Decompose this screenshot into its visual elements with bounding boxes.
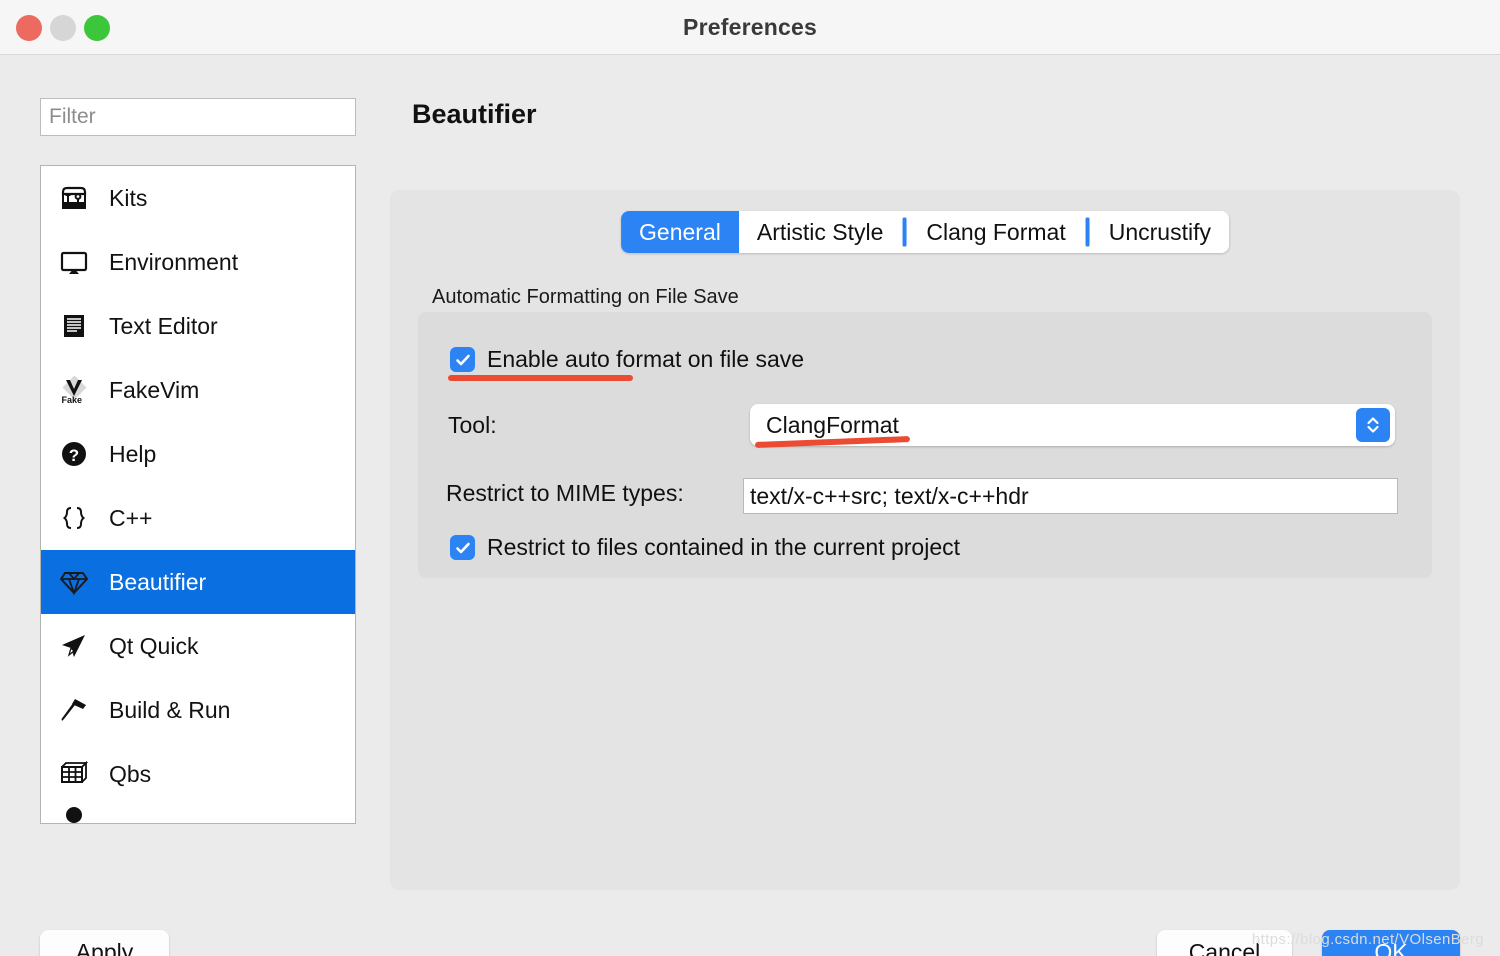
mime-types-label-row: Restrict to MIME types: bbox=[446, 480, 684, 507]
fakevim-icon: Fake bbox=[57, 373, 91, 407]
sidebar-item-label: Text Editor bbox=[109, 312, 218, 339]
restrict-project-row[interactable]: Restrict to files contained in the curre… bbox=[450, 534, 960, 561]
tab-clang-format[interactable]: Clang Format bbox=[908, 211, 1084, 253]
close-window-icon[interactable] bbox=[16, 14, 42, 41]
tool-dropdown-value: ClangFormat bbox=[766, 411, 899, 438]
enable-auto-format-checkbox[interactable] bbox=[450, 347, 475, 372]
watermark: https://blog.csdn.net/VOlsenBerg bbox=[1251, 931, 1484, 948]
tab-separator bbox=[904, 219, 906, 245]
tab-general[interactable]: General bbox=[621, 211, 739, 253]
tab-separator bbox=[1086, 219, 1088, 245]
sidebar: Kits Environment bbox=[40, 98, 356, 824]
restrict-project-label: Restrict to files contained in the curre… bbox=[487, 534, 961, 560]
kits-icon bbox=[57, 181, 91, 215]
mime-types-input[interactable] bbox=[743, 478, 1398, 514]
sidebar-item-label: Beautifier bbox=[109, 568, 207, 595]
chevron-updown-icon[interactable] bbox=[1356, 408, 1390, 442]
document-icon bbox=[57, 309, 91, 343]
cursor-icon bbox=[57, 629, 91, 663]
tool-label: Tool: bbox=[448, 412, 497, 438]
traffic-lights bbox=[16, 0, 110, 55]
auto-format-groupbox: Enable auto format on file save Tool: Cl… bbox=[418, 312, 1432, 578]
svg-text:?: ? bbox=[69, 446, 79, 465]
tool-dropdown-row[interactable]: ClangFormat bbox=[750, 404, 1395, 446]
window-title: Preferences bbox=[683, 13, 817, 40]
tab-bar[interactable]: General Artistic Style Clang Format Uncr… bbox=[621, 211, 1229, 253]
sidebar-item-label: Qt Quick bbox=[109, 632, 199, 659]
sidebar-item-partial[interactable] bbox=[41, 806, 355, 823]
svg-text:Fake: Fake bbox=[62, 395, 83, 405]
sidebar-item-help[interactable]: ? Help bbox=[41, 422, 355, 486]
tool-label-row: Tool: bbox=[448, 412, 497, 439]
monitor-icon bbox=[57, 245, 91, 279]
mime-types-label: Restrict to MIME types: bbox=[446, 480, 684, 506]
diamond-icon bbox=[57, 565, 91, 599]
sidebar-nav-list[interactable]: Kits Environment Text Editor Fake FakeVi… bbox=[40, 165, 356, 824]
preferences-window: Preferences Filter Kits Environment Text… bbox=[0, 0, 1500, 956]
sidebar-item-beautifier[interactable]: Beautifier bbox=[41, 550, 355, 614]
filter-input[interactable] bbox=[40, 98, 356, 136]
braces-icon bbox=[57, 501, 91, 535]
question-icon: ? bbox=[57, 437, 91, 471]
sidebar-item-build-and-run[interactable]: Build & Run bbox=[41, 678, 355, 742]
hammer-icon bbox=[57, 693, 91, 727]
sidebar-item-label: C++ bbox=[109, 504, 153, 531]
tab-uncrustify[interactable]: Uncrustify bbox=[1090, 211, 1229, 253]
enable-auto-format-row[interactable]: Enable auto format on file save bbox=[450, 346, 804, 373]
sidebar-item-kits[interactable]: Kits bbox=[41, 166, 355, 230]
mime-types-input-row[interactable] bbox=[743, 478, 1398, 514]
sidebar-item-label: Qbs bbox=[109, 760, 152, 787]
sidebar-item-label: Build & Run bbox=[109, 696, 231, 723]
sidebar-item-qt-quick[interactable]: Qt Quick bbox=[41, 614, 355, 678]
sidebar-item-label: Kits bbox=[109, 184, 148, 211]
sidebar-item-qbs[interactable]: Qbs bbox=[41, 742, 355, 806]
tool-dropdown[interactable]: ClangFormat bbox=[750, 404, 1395, 446]
window-body: Kits Environment bbox=[0, 55, 1500, 956]
page-title: Beautifier bbox=[412, 99, 537, 129]
maximize-window-icon[interactable] bbox=[84, 14, 110, 41]
sidebar-item-fakevim[interactable]: Fake FakeVim bbox=[41, 358, 355, 422]
group-legend: Automatic Formatting on File Save bbox=[432, 286, 739, 308]
settings-panel: General Artistic Style Clang Format Uncr… bbox=[390, 190, 1460, 890]
sidebar-item-environment[interactable]: Environment bbox=[41, 230, 355, 294]
apply-button[interactable]: Apply bbox=[40, 930, 169, 956]
sidebar-item-cpp[interactable]: C++ bbox=[41, 486, 355, 550]
title-bar: Preferences bbox=[0, 0, 1500, 55]
sidebar-item-label: FakeVim bbox=[109, 376, 200, 403]
minimize-window-icon[interactable] bbox=[50, 14, 76, 41]
sidebar-item-label: Help bbox=[109, 440, 157, 467]
grid-cube-icon bbox=[57, 757, 91, 791]
enable-auto-format-label: Enable auto format on file save bbox=[487, 346, 805, 372]
partial-icon bbox=[57, 806, 91, 823]
sidebar-item-text-editor[interactable]: Text Editor bbox=[41, 294, 355, 358]
sidebar-item-label: Environment bbox=[109, 248, 239, 275]
restrict-project-checkbox[interactable] bbox=[450, 535, 475, 560]
tab-artistic-style[interactable]: Artistic Style bbox=[738, 211, 902, 253]
